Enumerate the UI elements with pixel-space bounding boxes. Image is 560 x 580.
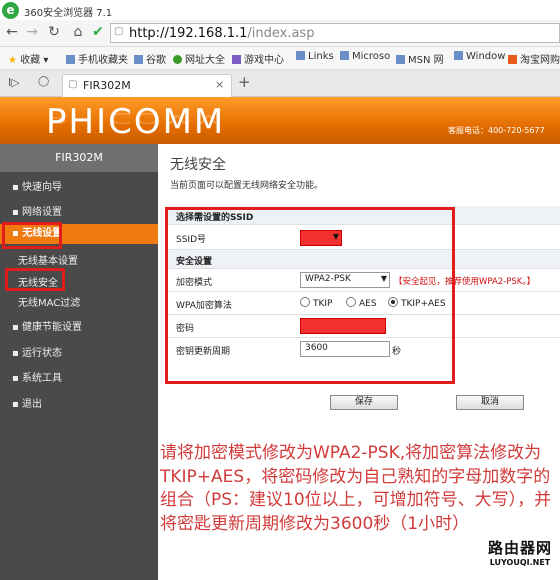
bookmark-item[interactable]: 网址大全 <box>173 51 225 66</box>
site-watermark: 路由器网 LUYOUQI.NET <box>484 537 556 577</box>
highlight-box-wireless <box>2 222 62 249</box>
sidebar-item-wireless-basic[interactable]: 无线基本设置 <box>0 252 158 268</box>
bookmark-item[interactable]: Microso <box>340 51 390 62</box>
shield-icon: ✔ <box>92 24 104 40</box>
sidebar-model: FIR302M <box>0 144 158 172</box>
bookmark-item[interactable]: 淘宝网购 <box>508 51 560 66</box>
watermark-en: LUYOUQI.NET <box>489 558 551 567</box>
url-path: /index.asp <box>247 26 315 41</box>
browser-title: 360安全浏览器 7.1 <box>24 8 113 19</box>
home-icon[interactable]: ⌂ <box>70 24 86 40</box>
page-description: 当前页面可以配置无线网络安全功能。 <box>170 181 324 191</box>
bookmark-item[interactable]: MSN 网 <box>396 51 444 66</box>
browser-logo-icon: e <box>2 2 19 19</box>
back-icon[interactable]: ← <box>4 24 20 40</box>
bookmark-item[interactable]: 手机收藏夹 <box>66 51 128 66</box>
instruction-annotation: 请将加密模式修改为WPA2-PSK,将加密算法修改为TKIP+AES，将密码修改… <box>160 443 552 534</box>
page-icon: ▢ <box>68 79 78 90</box>
highlight-box-wireless-security <box>5 268 65 291</box>
sidebar-item-quick-wizard[interactable]: ▪ 快速向导 <box>0 178 158 194</box>
sidebar-item-mac-filter[interactable]: 无线MAC过滤 <box>0 294 158 310</box>
sidebar-item-network[interactable]: ▪ 网络设置 <box>0 203 158 219</box>
address-toolbar: ← → ↻ ⌂ ✔ ▢ http://192.168.1.1/index.asp <box>0 20 560 47</box>
sidebar-toggle-icon[interactable]: I▷ <box>8 76 20 89</box>
sidebar-item-status[interactable]: ▪ 运行状态 <box>0 344 158 360</box>
page-title: 无线安全 <box>170 157 226 173</box>
new-tab-icon[interactable]: + <box>238 73 251 91</box>
tab-title: FIR302M <box>83 79 131 92</box>
bookmarks-bar: ★ 收藏 ▾ 手机收藏夹 谷歌 网址大全 游戏中心 Links Microso … <box>0 47 560 70</box>
url-input[interactable]: ▢ http://192.168.1.1/index.asp <box>110 23 560 43</box>
url-host: http://192.168.1.1 <box>129 26 248 41</box>
tab-bar: I▷ ◯ ▢ FIR302M × + <box>0 70 560 97</box>
sidebar-item-system-tools[interactable]: ▪ 系统工具 <box>0 369 158 385</box>
cancel-button[interactable]: 取消 <box>456 395 524 410</box>
sidebar: FIR302M ▪ 快速向导 ▪ 网络设置 ▪ 无线设置 无线基本设置 无线安全… <box>0 144 158 580</box>
router-header: PHICOMM PHICOMM 客服电话：400-720-5677 <box>0 97 560 144</box>
browser-titlebar: e 360安全浏览器 7.1 <box>0 0 560 20</box>
page-icon: ▢ <box>114 26 124 37</box>
bookmark-item[interactable]: Links <box>296 51 334 62</box>
sidebar-item-logout[interactable]: ▪ 退出 <box>0 395 158 411</box>
watermark-cn: 路由器网 <box>487 539 552 557</box>
hotline-text: 客服电话：400-720-5677 <box>448 126 545 135</box>
bookmark-item[interactable]: Window <box>454 51 505 62</box>
bookmark-favorites[interactable]: ★ 收藏 ▾ <box>8 51 48 66</box>
sidebar-item-power-saving[interactable]: ▪ 健康节能设置 <box>0 318 158 334</box>
tab-router[interactable]: ▢ FIR302M × <box>62 74 232 97</box>
forward-icon[interactable]: → <box>24 24 40 40</box>
bookmark-item[interactable]: 游戏中心 <box>232 51 284 66</box>
highlight-box-form <box>165 207 455 384</box>
bookmark-item[interactable]: 谷歌 <box>134 51 166 66</box>
circle-icon[interactable]: ◯ <box>38 76 49 87</box>
brand-logo-reflection: PHICOMM <box>46 109 226 127</box>
save-button[interactable]: 保存 <box>330 395 398 410</box>
refresh-icon[interactable]: ↻ <box>46 24 62 40</box>
close-icon[interactable]: × <box>215 78 224 91</box>
